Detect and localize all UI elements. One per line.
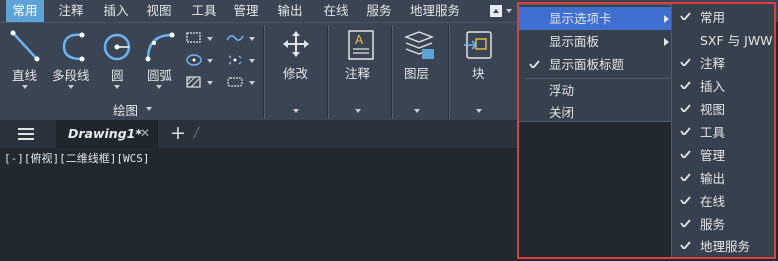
hamburger-menu-icon[interactable] (17, 127, 35, 141)
tab-home[interactable]: 常用 (6, 0, 44, 22)
modify-label: 修改 (283, 66, 309, 81)
drawing-canvas[interactable]: [-][俯视][二维线框][WCS] (0, 148, 520, 261)
annotate-label: 注释 (345, 66, 371, 81)
panel-toggle-icon[interactable] (490, 5, 502, 17)
tab-insert[interactable]: 插入 (96, 0, 136, 22)
line-dropdown-icon[interactable] (22, 85, 28, 89)
arc-icon (145, 32, 175, 62)
circle-tool-button[interactable] (98, 29, 136, 63)
block-label: 块 (472, 66, 485, 81)
document-tab-drawing1[interactable]: Drawing1* ✕ (56, 120, 158, 148)
region-dropdown-icon[interactable] (249, 81, 255, 85)
layers-label: 图层 (404, 66, 430, 81)
block-icon (464, 31, 492, 59)
layers-icon (404, 31, 434, 59)
rectangle-icon[interactable] (185, 31, 203, 45)
tab-separator: / (194, 125, 199, 141)
polyline-tool-button[interactable] (54, 29, 92, 63)
circle-tool-label: 圆 (111, 68, 124, 83)
circle-icon (103, 33, 131, 61)
ellipse-icon[interactable] (185, 53, 203, 67)
highlight-annotation-frame (517, 2, 776, 259)
layers-button[interactable] (396, 29, 442, 61)
rectangle-dropdown-icon[interactable] (207, 37, 213, 41)
line-tool-button[interactable] (6, 29, 44, 63)
app-window: 常用 注释 插入 视图 工具 管理 输出 在线 服务 地理服务 直线 多段线 圆 (0, 0, 778, 261)
hatch-icon[interactable] (185, 75, 203, 89)
document-tab-title: Drawing1* (68, 126, 142, 141)
polyline-dropdown-icon[interactable] (68, 85, 74, 89)
spline-dropdown-icon[interactable] (249, 37, 255, 41)
ribbon-panel: 直线 多段线 圆 圆弧 绘图 修改 A 注释 图层 块 (0, 22, 520, 120)
annotate-dropdown-icon[interactable] (355, 109, 361, 113)
ellipse-dropdown-icon[interactable] (207, 59, 213, 63)
tab-services[interactable]: 服务 (359, 0, 399, 22)
polyline-icon (62, 32, 85, 62)
block-dropdown-icon[interactable] (476, 109, 482, 113)
line-tool-label: 直线 (12, 68, 38, 83)
block-button[interactable] (454, 29, 504, 61)
viewport-controls-label[interactable]: [-][俯视][二维线框][WCS] (4, 150, 149, 166)
arc-dropdown-icon[interactable] (156, 85, 162, 89)
arc-tool-button[interactable] (140, 29, 180, 63)
layers-dropdown-icon[interactable] (414, 109, 420, 113)
tab-overflow-arrow-icon[interactable] (506, 9, 512, 13)
line-icon (10, 30, 40, 62)
modify-button[interactable] (270, 29, 322, 59)
tab-view[interactable]: 视图 (139, 0, 179, 22)
point-icon[interactable] (225, 53, 245, 67)
document-tab-bar: Drawing1* ✕ + / (0, 120, 520, 148)
tab-manage[interactable]: 管理 (226, 0, 266, 22)
region-icon[interactable] (225, 75, 245, 89)
tab-geo-services[interactable]: 地理服务 (404, 0, 466, 22)
spline-icon[interactable] (225, 31, 245, 45)
draw-panel-dropdown-icon[interactable] (146, 107, 152, 111)
close-icon[interactable]: ✕ (140, 126, 150, 140)
tab-output[interactable]: 输出 (270, 0, 310, 22)
annotate-button[interactable]: A (334, 29, 386, 61)
tab-online[interactable]: 在线 (316, 0, 356, 22)
svg-text:A: A (355, 33, 364, 47)
draw-panel-title: 绘图 (113, 103, 139, 118)
tab-tools[interactable]: 工具 (184, 0, 224, 22)
circle-dropdown-icon[interactable] (114, 85, 120, 89)
arc-tool-label: 圆弧 (147, 68, 173, 83)
modify-dropdown-icon[interactable] (293, 109, 299, 113)
polyline-tool-label: 多段线 (52, 68, 90, 83)
point-dropdown-icon[interactable] (249, 59, 255, 63)
hatch-dropdown-icon[interactable] (207, 81, 213, 85)
move-icon (283, 31, 309, 57)
tab-annotate[interactable]: 注释 (51, 0, 91, 22)
add-tab-icon[interactable]: + (170, 122, 186, 144)
annotation-icon: A (348, 30, 374, 60)
